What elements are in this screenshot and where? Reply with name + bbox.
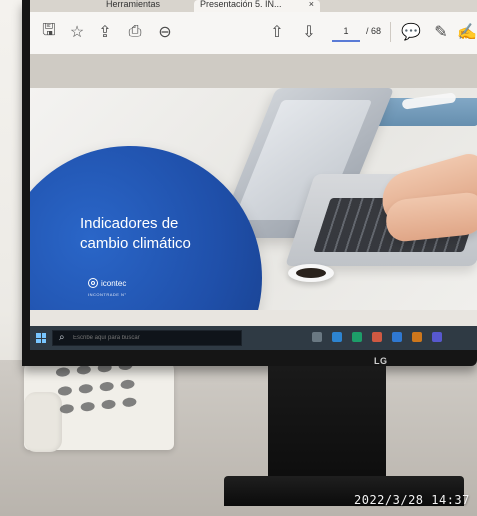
search-icon: ⌕ — [59, 332, 65, 343]
browser-tab-strip: Herramientas Presentación 5. IN... × — [30, 0, 477, 12]
tab-label: Presentación 5. IN... — [200, 0, 282, 9]
pen-icon[interactable]: ✎ — [430, 21, 452, 43]
zoom-out-icon[interactable]: ⊖ — [154, 21, 176, 43]
tab-herramientas[interactable]: Herramientas — [106, 0, 186, 12]
chrome-icon[interactable] — [372, 332, 382, 342]
office-icon[interactable] — [412, 332, 422, 342]
pdf-toolbar: 🖫 ☆ ⇪ ⎙ ⊖ ⇧ ⇩ 1 / 68 💬 ✎ ✍ — [30, 12, 477, 55]
windows-taskbar: ⌕ — [30, 326, 477, 350]
slide-title: Indicadores de cambio climático — [80, 214, 260, 254]
toolbar-divider — [390, 22, 391, 42]
file-explorer-icon[interactable] — [332, 332, 342, 342]
tab-label: Herramientas — [106, 0, 161, 9]
icontec-brand: icontec — [88, 278, 126, 288]
close-icon[interactable]: × — [309, 0, 314, 9]
page-down-icon[interactable]: ⇩ — [298, 21, 320, 43]
pdf-viewer-gap — [30, 54, 477, 88]
edge-icon[interactable] — [352, 332, 362, 342]
windows-start-icon[interactable] — [36, 333, 46, 343]
screen: Herramientas Presentación 5. IN... × 🖫 ☆… — [30, 0, 477, 350]
taskbar-search-box[interactable]: ⌕ — [52, 330, 242, 346]
bookmark-star-icon[interactable]: ☆ — [66, 21, 88, 43]
comment-icon[interactable]: 💬 — [400, 21, 422, 43]
telephone-handset — [24, 392, 62, 452]
monitor-brand-logo: LG — [374, 356, 388, 366]
monitor-stand — [268, 366, 386, 484]
mail-icon[interactable] — [392, 332, 402, 342]
telephone-keypad — [55, 360, 141, 420]
photo-timestamp: 2022/3/28 14:37 — [354, 493, 470, 507]
upload-cloud-icon[interactable]: ⇪ — [94, 21, 116, 43]
signature-icon[interactable]: ✍ — [456, 21, 477, 43]
icontec-logo-icon — [88, 278, 98, 288]
page-total: / 68 — [366, 26, 382, 36]
print-icon[interactable]: ⎙ — [124, 21, 146, 43]
slide-photo-cup — [288, 264, 334, 282]
task-view-icon[interactable] — [312, 332, 322, 342]
pdf-slide: Indicadores de cambio climático icontec … — [30, 88, 477, 310]
page-number-input[interactable]: 1 — [332, 22, 360, 42]
tab-presentacion[interactable]: Presentación 5. IN... × — [194, 0, 320, 12]
page-up-icon[interactable]: ⇧ — [266, 21, 288, 43]
slide-title-text: Indicadores de cambio climático — [80, 215, 191, 252]
icontec-subline: INCONTRADE N° — [88, 292, 127, 297]
teams-icon[interactable] — [432, 332, 442, 342]
taskbar-search-input[interactable] — [73, 332, 233, 344]
save-icon[interactable]: 🖫 — [38, 21, 60, 43]
photo-scene: LG Herramientas Presentación 5. IN... × … — [0, 0, 477, 516]
icontec-brand-label: icontec — [101, 278, 127, 288]
